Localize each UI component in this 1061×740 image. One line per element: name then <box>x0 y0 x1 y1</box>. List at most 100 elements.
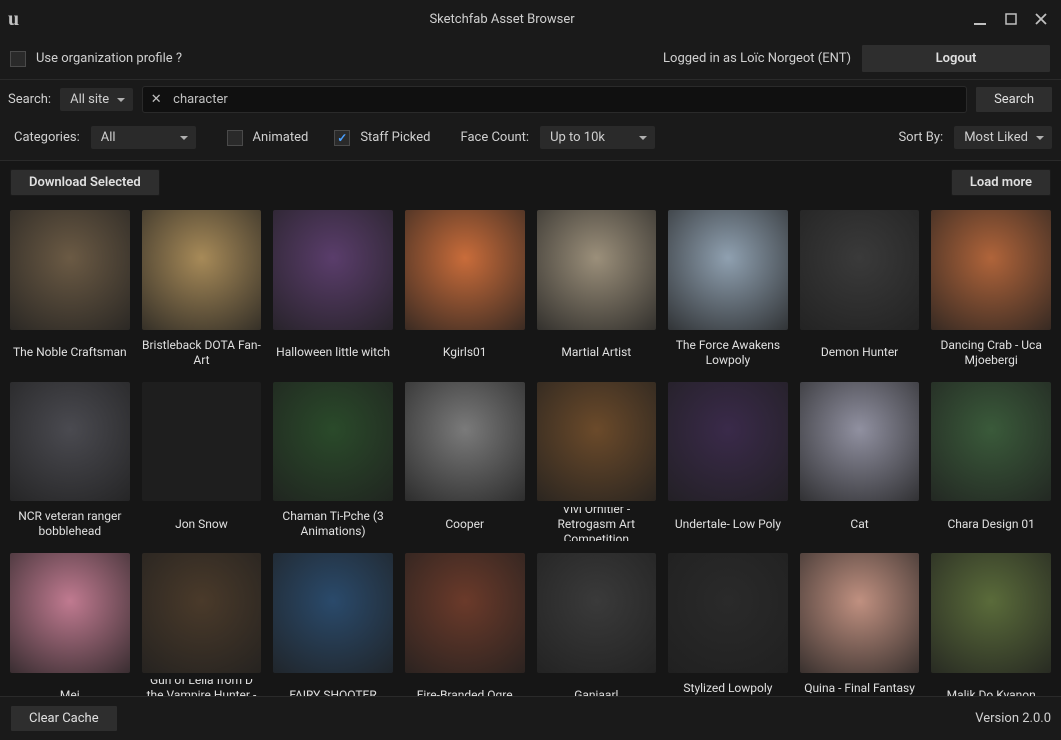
download-selected-button[interactable]: Download Selected <box>10 169 160 196</box>
close-icon[interactable] <box>1035 12 1047 26</box>
org-profile-checkbox[interactable] <box>10 51 26 67</box>
minimize-icon[interactable] <box>973 12 987 26</box>
load-more-button[interactable]: Load more <box>951 169 1051 196</box>
search-row: Search: All site ✕ Search <box>0 80 1061 119</box>
staff-picked-label: Staff Picked <box>360 130 430 145</box>
face-count-select[interactable]: Up to 10k <box>539 125 656 150</box>
version-text: Version 2.0.0 <box>975 711 1051 726</box>
asset-thumbnail <box>273 210 393 330</box>
asset-thumbnail <box>405 210 525 330</box>
asset-name: Mei <box>60 679 80 696</box>
logged-in-text: Logged in as Loïc Norgeot (ENT) <box>663 51 851 66</box>
asset-card[interactable]: Chara Design 01 <box>931 382 1051 542</box>
asset-name: The Noble Craftsman <box>13 336 127 370</box>
search-input[interactable] <box>173 90 960 109</box>
asset-card[interactable]: Vivi Ornitier - Retrogasm Art Competitio… <box>537 382 657 542</box>
header-row: Use organization profile ? Logged in as … <box>0 38 1061 80</box>
asset-card[interactable]: FAIRY SHOOTER <box>273 553 393 696</box>
titlebar: u Sketchfab Asset Browser <box>0 0 1061 38</box>
logout-button[interactable]: Logout <box>861 44 1051 73</box>
asset-card[interactable]: Gun of Leila from D the Vampire Hunter -… <box>142 553 262 696</box>
asset-card[interactable]: Halloween little witch <box>273 210 393 370</box>
asset-card[interactable]: Stylized Lowpoly Female <box>668 553 788 696</box>
window-title: Sketchfab Asset Browser <box>31 12 973 27</box>
search-box[interactable]: ✕ <box>142 86 967 113</box>
asset-name: Ganjaarl <box>574 679 618 696</box>
asset-thumbnail <box>142 382 262 502</box>
asset-name: Fire-Branded Ogre <box>417 679 513 696</box>
asset-name: Martial Artist <box>561 336 631 370</box>
clear-search-icon[interactable]: ✕ <box>149 93 163 107</box>
asset-name: Jon Snow <box>175 507 228 541</box>
asset-name: Undertale- Low Poly <box>675 507 781 541</box>
asset-card[interactable]: Bristleback DOTA Fan-Art <box>142 210 262 370</box>
asset-thumbnail <box>10 382 130 502</box>
animated-label: Animated <box>253 130 309 145</box>
search-scope-value: All site <box>70 92 109 107</box>
action-bar: Download Selected Load more <box>0 161 1061 204</box>
asset-card[interactable]: Demon Hunter <box>800 210 920 370</box>
asset-card[interactable]: Cat <box>800 382 920 542</box>
asset-thumbnail <box>10 553 130 673</box>
asset-card[interactable]: Kgirls01 <box>405 210 525 370</box>
sort-by-select[interactable]: Most Liked <box>953 125 1053 150</box>
asset-card[interactable]: NCR veteran ranger bobblehead <box>10 382 130 542</box>
asset-thumbnail <box>537 553 657 673</box>
asset-thumbnail <box>800 210 920 330</box>
asset-name: Demon Hunter <box>821 336 898 370</box>
asset-thumbnail <box>142 210 262 330</box>
sort-by-label: Sort By: <box>898 130 943 145</box>
asset-name: Cooper <box>445 507 484 541</box>
asset-card[interactable]: Malik Do Kyanon <box>931 553 1051 696</box>
search-scope-select[interactable]: All site <box>59 87 134 112</box>
asset-name: Quina - Final Fantasy IX (Fan Art) <box>800 679 920 696</box>
asset-card[interactable]: Jon Snow <box>142 382 262 542</box>
asset-name: FAIRY SHOOTER <box>289 679 376 696</box>
asset-card[interactable]: The Noble Craftsman <box>10 210 130 370</box>
asset-thumbnail <box>405 553 525 673</box>
asset-card[interactable]: The Force Awakens Lowpoly <box>668 210 788 370</box>
asset-card[interactable]: Fire-Branded Ogre <box>405 553 525 696</box>
animated-checkbox[interactable] <box>227 130 243 146</box>
asset-thumbnail <box>931 382 1051 502</box>
asset-name: Chara Design 01 <box>947 507 1034 541</box>
asset-card[interactable]: Dancing Crab - Uca Mjoebergi <box>931 210 1051 370</box>
asset-thumbnail <box>273 553 393 673</box>
asset-thumbnail <box>142 553 262 673</box>
asset-name: Vivi Ornitier - Retrogasm Art Competitio… <box>537 507 657 541</box>
face-count-label: Face Count: <box>460 130 529 145</box>
org-profile-label: Use organization profile ? <box>36 51 182 66</box>
asset-name: Halloween little witch <box>276 336 390 370</box>
asset-name: Bristleback DOTA Fan-Art <box>142 336 262 370</box>
asset-thumbnail <box>800 553 920 673</box>
asset-grid-wrap: The Noble Craftsman Bristleback DOTA Fan-… <box>0 204 1061 696</box>
clear-cache-button[interactable]: Clear Cache <box>10 705 118 732</box>
asset-thumbnail <box>800 382 920 502</box>
asset-card[interactable]: Undertale- Low Poly <box>668 382 788 542</box>
asset-name: Kgirls01 <box>443 336 487 370</box>
maximize-icon[interactable] <box>1005 12 1017 26</box>
asset-name: Stylized Lowpoly Female <box>668 679 788 696</box>
categories-label: Categories: <box>14 130 80 145</box>
asset-card[interactable]: Cooper <box>405 382 525 542</box>
asset-card[interactable]: Martial Artist <box>537 210 657 370</box>
footer: Clear Cache Version 2.0.0 <box>0 696 1061 740</box>
staff-picked-checkbox[interactable] <box>334 130 350 146</box>
asset-thumbnail <box>405 382 525 502</box>
app-logo-icon: u <box>8 8 19 31</box>
asset-thumbnail <box>668 553 788 673</box>
categories-value: All <box>101 130 116 145</box>
search-label: Search: <box>8 92 51 107</box>
search-button[interactable]: Search <box>975 86 1053 113</box>
asset-card[interactable]: Ganjaarl <box>537 553 657 696</box>
asset-card[interactable]: Chaman Ti-Pche (3 Animations) <box>273 382 393 542</box>
categories-select[interactable]: All <box>90 125 197 150</box>
asset-name: Chaman Ti-Pche (3 Animations) <box>273 507 393 541</box>
asset-name: Gun of Leila from D the Vampire Hunter -… <box>142 679 262 696</box>
asset-card[interactable]: Mei <box>10 553 130 696</box>
sort-by-value: Most Liked <box>964 130 1028 145</box>
asset-name: Dancing Crab - Uca Mjoebergi <box>931 336 1051 370</box>
asset-thumbnail <box>668 210 788 330</box>
asset-card[interactable]: Quina - Final Fantasy IX (Fan Art) <box>800 553 920 696</box>
asset-name: The Force Awakens Lowpoly <box>668 336 788 370</box>
